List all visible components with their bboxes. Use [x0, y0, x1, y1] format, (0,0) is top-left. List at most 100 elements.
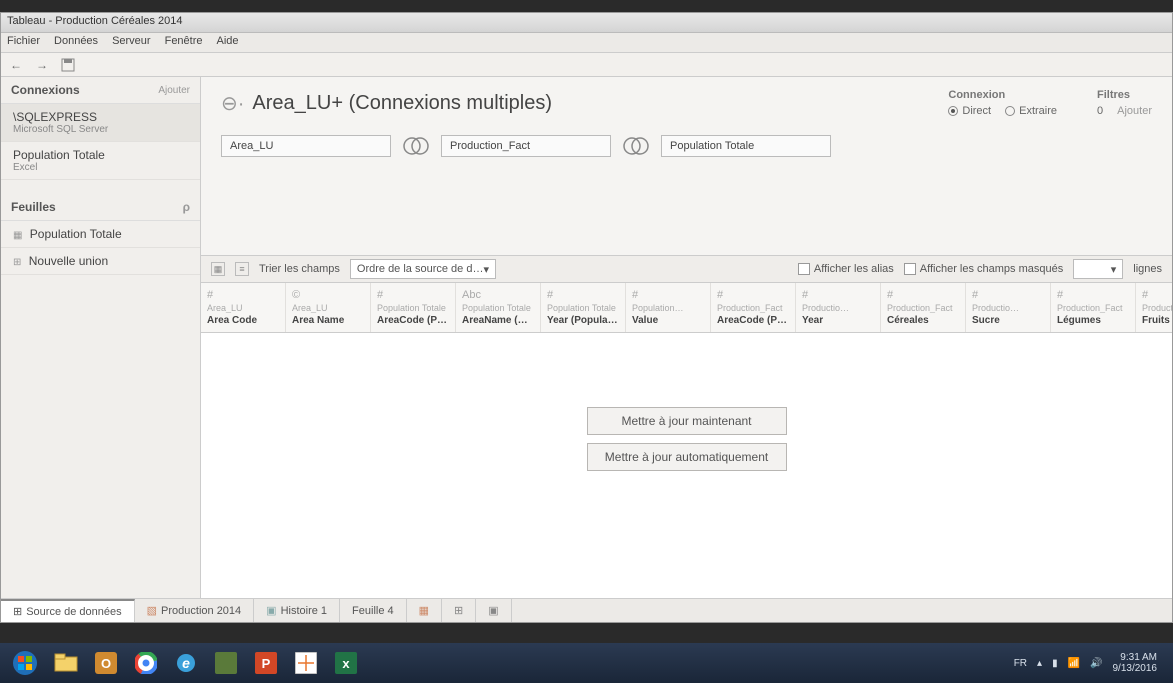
tray-volume-icon[interactable]: 🔊: [1090, 658, 1102, 669]
type-icon: #: [377, 289, 449, 301]
tray-time: 9:31 AM: [1113, 652, 1158, 663]
tray-lang[interactable]: FR: [1014, 658, 1027, 669]
sort-select[interactable]: Ordre de la source de d… ▾: [350, 259, 496, 279]
start-button[interactable]: [6, 647, 44, 679]
task-outlook[interactable]: O: [88, 647, 124, 679]
radio-direct[interactable]: Direct: [948, 105, 991, 117]
forward-button[interactable]: →: [33, 56, 51, 74]
chevron-down-icon: ▾: [1111, 263, 1117, 276]
connection-population[interactable]: Population Totale Excel: [1, 142, 200, 180]
column-source: Production_Fact: [1057, 303, 1129, 313]
column-header[interactable]: #Production_FactLégumes: [1051, 283, 1136, 332]
update-box: Mettre à jour maintenant Mettre à jour a…: [587, 407, 787, 471]
grid-toolbar: ▦ ≡ Trier les champs Ordre de la source …: [201, 255, 1172, 283]
table-area-lu[interactable]: Area_LU: [221, 135, 391, 157]
tab-feuille-4[interactable]: Feuille 4: [340, 599, 407, 622]
show-hidden-check[interactable]: Afficher les champs masqués: [904, 263, 1063, 275]
column-source: Productio…: [972, 303, 1044, 313]
back-button[interactable]: ←: [7, 56, 25, 74]
menu-donnees[interactable]: Données: [54, 35, 98, 50]
update-auto-button[interactable]: Mettre à jour automatiquement: [587, 443, 787, 471]
column-header[interactable]: #Population TotaleYear (Populati…: [541, 283, 626, 332]
column-header[interactable]: #Productio…Year: [796, 283, 881, 332]
task-tableau[interactable]: [288, 647, 324, 679]
column-header[interactable]: #Population…Value: [626, 283, 711, 332]
column-header[interactable]: #Productio…Sucre: [966, 283, 1051, 332]
checkbox-icon: [798, 263, 810, 275]
table-population-totale[interactable]: Population Totale: [661, 135, 831, 157]
tab-histoire-1[interactable]: ▣ Histoire 1: [254, 599, 340, 622]
new-union[interactable]: ⊞ Nouvelle union: [1, 248, 200, 275]
tray-clock[interactable]: 9:31 AM 9/13/2016: [1113, 652, 1158, 674]
svg-text:P: P: [262, 656, 271, 671]
column-header[interactable]: #Production_FactCéreales: [881, 283, 966, 332]
join-canvas[interactable]: Area_LU Production_Fact Population Total…: [201, 125, 1172, 255]
new-worksheet-button[interactable]: ▦: [407, 599, 442, 622]
task-excel[interactable]: x: [328, 647, 364, 679]
column-header[interactable]: ©Area_LUArea Name: [286, 283, 371, 332]
save-button[interactable]: [59, 56, 77, 74]
column-field: Year (Populati…: [547, 315, 619, 326]
svg-text:x: x: [342, 656, 350, 671]
filters-group-label: Filtres: [1097, 89, 1152, 101]
menu-aide[interactable]: Aide: [217, 35, 239, 50]
type-icon: #: [887, 289, 959, 301]
connection-type: Excel: [13, 162, 188, 173]
tray-battery-icon[interactable]: ▮: [1052, 658, 1058, 669]
menubar: Fichier Données Serveur Fenêtre Aide: [1, 33, 1172, 53]
tab-datasource[interactable]: ⊞ Source de données: [1, 599, 135, 622]
column-header[interactable]: #Population TotaleAreaCode (Po…: [371, 283, 456, 332]
tray-network-icon[interactable]: 📶: [1068, 658, 1080, 669]
connection-group: Connexion Direct Extraire: [948, 89, 1057, 117]
join-icon-2[interactable]: [621, 135, 651, 157]
type-icon: Abc: [462, 289, 534, 301]
type-icon: #: [717, 289, 789, 301]
app-window: Tableau - Production Céréales 2014 Fichi…: [0, 12, 1173, 623]
column-source: Productio…: [802, 303, 874, 313]
task-app-green[interactable]: [208, 647, 244, 679]
type-icon: #: [207, 289, 279, 301]
task-chrome[interactable]: [128, 647, 164, 679]
update-now-button[interactable]: Mettre à jour maintenant: [587, 407, 787, 435]
column-field: AreaName (Po…: [462, 315, 534, 326]
join-icon-1[interactable]: [401, 135, 431, 157]
menu-fenetre[interactable]: Fenêtre: [165, 35, 203, 50]
column-header[interactable]: AbcPopulation TotaleAreaName (Po…: [456, 283, 541, 332]
connection-sqlexpress[interactable]: \SQLEXPRESS Microsoft SQL Server: [1, 104, 200, 142]
task-powerpoint[interactable]: P: [248, 647, 284, 679]
add-filter[interactable]: Ajouter: [1117, 105, 1152, 117]
column-field: Area Code: [207, 315, 279, 326]
sheets-header: Feuilles ρ: [1, 194, 200, 221]
new-story-button[interactable]: ▣: [476, 599, 511, 622]
show-alias-check[interactable]: Afficher les alias: [798, 263, 894, 275]
rows-label: lignes: [1133, 263, 1162, 275]
tray-date: 9/13/2016: [1113, 663, 1158, 674]
type-icon: #: [1057, 289, 1129, 301]
add-connection[interactable]: Ajouter: [158, 85, 190, 96]
task-explorer[interactable]: [48, 647, 84, 679]
tray-caret-icon[interactable]: ▴: [1037, 658, 1042, 669]
checkbox-icon: [904, 263, 916, 275]
new-dashboard-button[interactable]: ⊞: [442, 599, 476, 622]
menu-fichier[interactable]: Fichier: [7, 35, 40, 50]
list-view-icon[interactable]: ≡: [235, 262, 249, 276]
bottom-tabs: ⊞ Source de données ▧ Production 2014 ▣ …: [1, 598, 1172, 622]
column-source: Area_LU: [292, 303, 364, 313]
radio-extract[interactable]: Extraire: [1005, 105, 1057, 117]
menu-serveur[interactable]: Serveur: [112, 35, 151, 50]
tab-production-2014[interactable]: ▧ Production 2014: [135, 599, 255, 622]
filters-count: 0: [1097, 105, 1103, 117]
rows-input[interactable]: ▾: [1073, 259, 1123, 279]
filters-group: Filtres 0 Ajouter: [1097, 89, 1152, 117]
table-production-fact[interactable]: Production_Fact: [441, 135, 611, 157]
main: Connexions Ajouter \SQLEXPRESS Microsoft…: [1, 77, 1172, 598]
column-header[interactable]: #Productio…Fruits: [1136, 283, 1172, 332]
task-ie[interactable]: e: [168, 647, 204, 679]
titlebar: Tableau - Production Céréales 2014: [1, 13, 1172, 33]
column-field: Céreales: [887, 315, 959, 326]
column-header[interactable]: #Area_LUArea Code: [201, 283, 286, 332]
sheet-population[interactable]: ▦ Population Totale: [1, 221, 200, 248]
column-header[interactable]: #Production_FactAreaCode (Pr…: [711, 283, 796, 332]
grid-view-icon[interactable]: ▦: [211, 262, 225, 276]
content: ⊖· Area_LU+ (Connexions multiples) Conne…: [201, 77, 1172, 598]
